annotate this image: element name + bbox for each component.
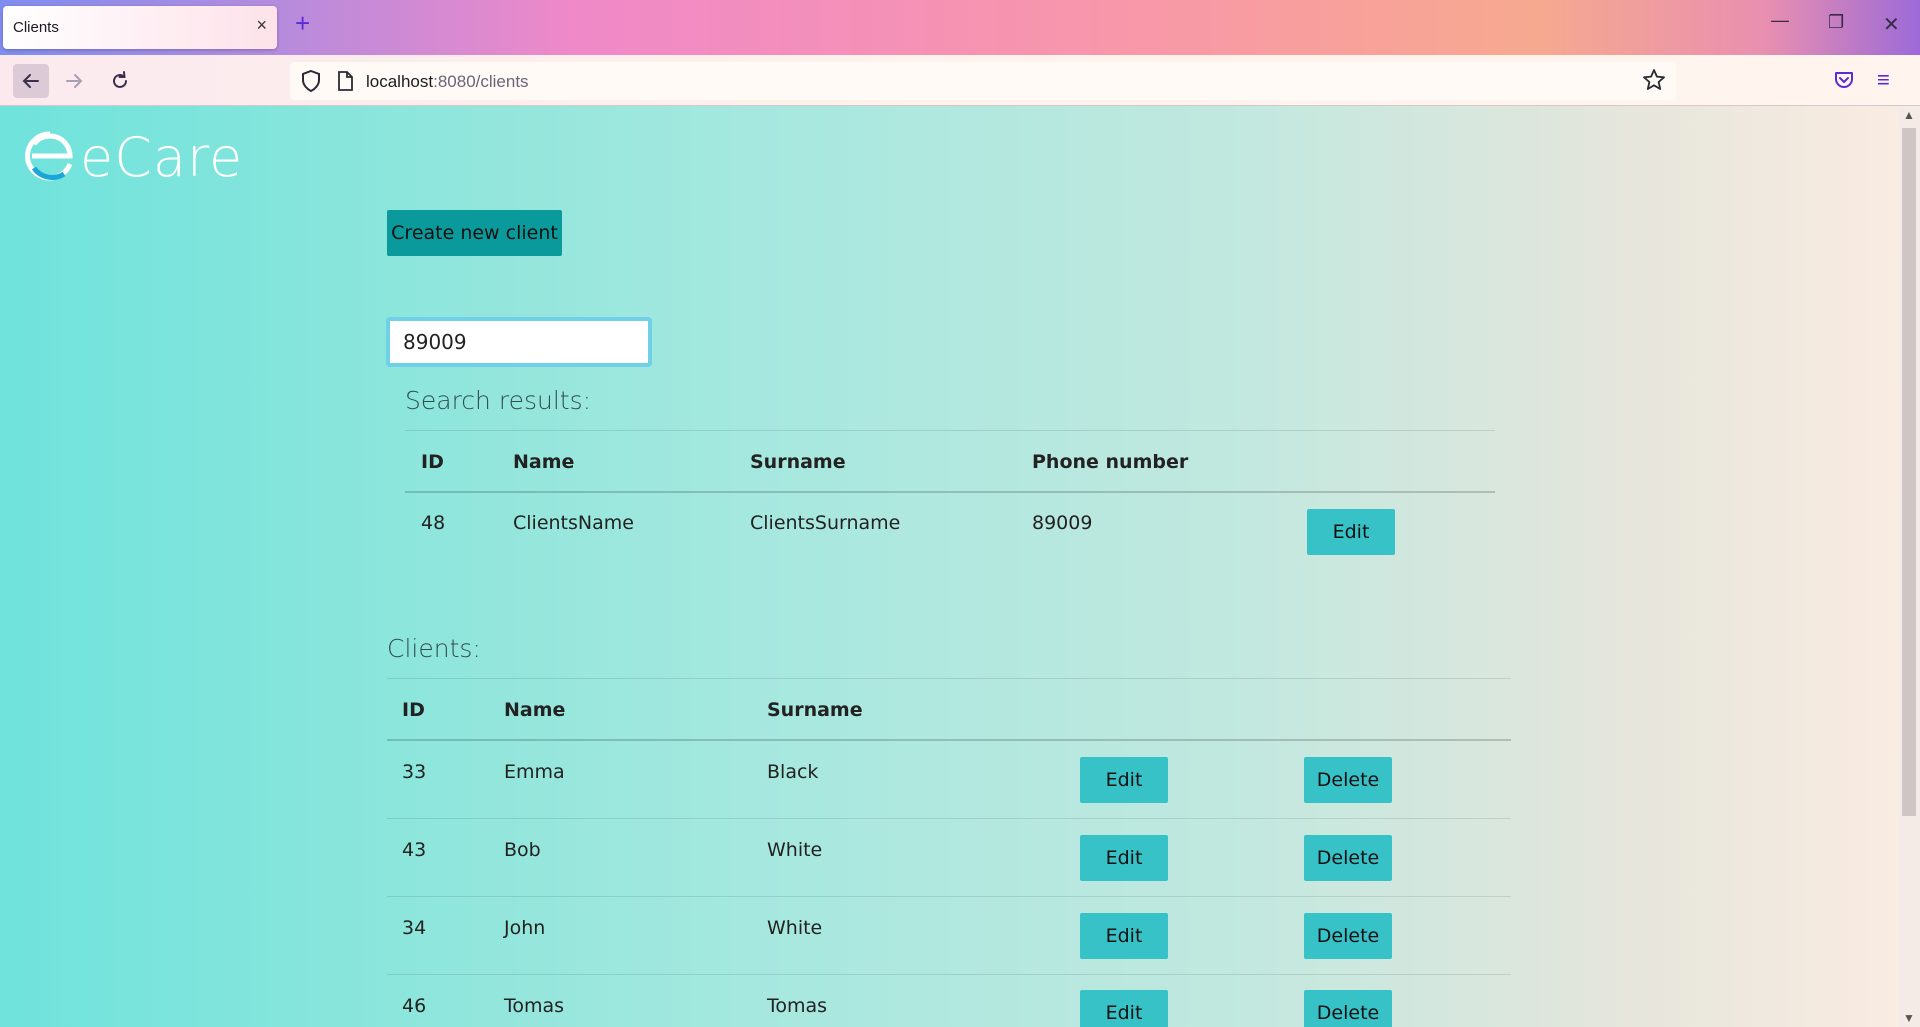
- clients-top-divider: [387, 678, 1511, 679]
- search-header-name: Name: [513, 451, 575, 473]
- row-divider: [387, 896, 1511, 897]
- search-header-phone: Phone number: [1032, 451, 1189, 473]
- client-name: Bob: [504, 839, 541, 861]
- url-path: :8080/clients: [433, 72, 529, 91]
- menu-icon[interactable]: ≡: [1877, 69, 1890, 91]
- url-host: localhost: [366, 72, 434, 91]
- ecare-logo-icon: [25, 131, 73, 181]
- client-surname: Black: [767, 761, 819, 783]
- client-surname: White: [767, 917, 823, 939]
- client-delete-button[interactable]: Delete: [1304, 757, 1392, 803]
- search-results-top-divider: [405, 430, 1495, 431]
- clients-title: Clients:: [387, 634, 481, 663]
- back-icon[interactable]: [13, 64, 49, 98]
- tab-title: Clients: [13, 19, 59, 36]
- row-divider: [387, 818, 1511, 819]
- vertical-scrollbar[interactable]: ▲ ▼: [1899, 106, 1920, 1027]
- client-id: 33: [402, 761, 427, 783]
- page-content: eCare Create new client Search results: …: [0, 106, 1920, 1027]
- pocket-icon[interactable]: [1833, 69, 1855, 96]
- search-header-divider: [405, 491, 1495, 493]
- ecare-logo[interactable]: eCare: [24, 128, 264, 188]
- minimize-icon[interactable]: —: [1771, 10, 1789, 31]
- client-name: Tomas: [504, 995, 565, 1017]
- browser-nav-bar: localhost:8080/clients ≡: [0, 55, 1920, 106]
- client-surname: White: [767, 839, 823, 861]
- clients-header-surname: Surname: [767, 699, 863, 721]
- search-header-surname: Surname: [750, 451, 846, 473]
- client-edit-button[interactable]: Edit: [1080, 913, 1168, 959]
- search-row-surname: ClientsSurname: [750, 512, 901, 534]
- restore-icon[interactable]: ❐: [1828, 12, 1844, 33]
- client-name: John: [504, 917, 546, 939]
- search-row-edit-button[interactable]: Edit: [1307, 509, 1395, 555]
- search-input[interactable]: [386, 317, 652, 367]
- client-edit-button[interactable]: Edit: [1080, 757, 1168, 803]
- client-delete-button[interactable]: Delete: [1304, 913, 1392, 959]
- shield-icon[interactable]: [300, 69, 322, 98]
- new-tab-icon[interactable]: +: [295, 10, 310, 36]
- forward-icon[interactable]: [60, 67, 88, 95]
- client-delete-button[interactable]: Delete: [1304, 990, 1392, 1027]
- logo-text: eCare: [80, 126, 244, 189]
- search-results-title: Search results:: [405, 386, 592, 415]
- client-edit-button[interactable]: Edit: [1080, 835, 1168, 881]
- clients-header-divider: [387, 739, 1511, 741]
- clients-header-id: ID: [402, 699, 425, 721]
- scrollbar-thumb[interactable]: [1902, 128, 1916, 816]
- client-id: 46: [402, 995, 427, 1017]
- client-surname: Tomas: [767, 995, 828, 1017]
- url-text[interactable]: localhost:8080/clients: [366, 72, 529, 92]
- browser-tab[interactable]: Clients ×: [3, 6, 277, 49]
- client-edit-button[interactable]: Edit: [1080, 990, 1168, 1027]
- bookmark-star-icon[interactable]: [1642, 68, 1666, 97]
- reload-icon[interactable]: [106, 67, 134, 95]
- client-name: Emma: [504, 761, 565, 783]
- create-new-client-button[interactable]: Create new client: [387, 210, 562, 256]
- search-row-id: 48: [421, 512, 446, 534]
- client-delete-button[interactable]: Delete: [1304, 835, 1392, 881]
- client-id: 43: [402, 839, 427, 861]
- scroll-down-icon[interactable]: ▼: [1903, 1011, 1915, 1025]
- clients-header-name: Name: [504, 699, 566, 721]
- window-close-icon[interactable]: ✕: [1883, 12, 1900, 37]
- page-icon[interactable]: [336, 70, 354, 97]
- client-id: 34: [402, 917, 427, 939]
- tab-close-icon[interactable]: ×: [256, 15, 267, 36]
- search-header-id: ID: [421, 451, 444, 473]
- url-bar[interactable]: localhost:8080/clients: [290, 62, 1676, 100]
- scroll-up-icon[interactable]: ▲: [1903, 108, 1915, 122]
- row-divider: [387, 974, 1511, 975]
- browser-tab-bar: Clients × + — ❐ ✕: [0, 0, 1920, 55]
- search-row-phone: 89009: [1032, 512, 1093, 534]
- search-row-name: ClientsName: [513, 512, 634, 534]
